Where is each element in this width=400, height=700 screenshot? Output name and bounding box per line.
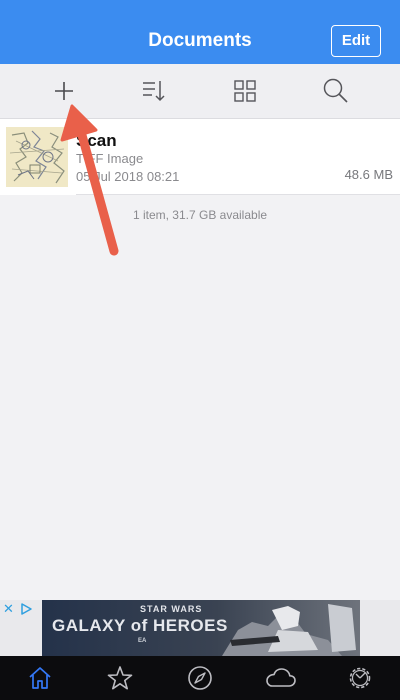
tab-settings[interactable]: [330, 656, 390, 700]
ad-choices-icon[interactable]: [19, 602, 33, 616]
ad-line-2: GALAXY of HEROES: [52, 616, 228, 635]
file-row[interactable]: Scan TIFF Image 05 Jul 2018 08:21 48.6 M…: [0, 119, 400, 195]
plus-icon: [55, 82, 73, 100]
file-thumbnail: [6, 127, 68, 187]
ad-line-1: STAR WARS: [140, 604, 203, 614]
gear-icon: [349, 667, 371, 689]
sort-icon: [143, 81, 165, 102]
tab-cloud[interactable]: [250, 656, 310, 700]
star-icon: [107, 666, 133, 690]
navigation-bar: Documents Edit: [0, 0, 400, 64]
close-icon[interactable]: ✕: [3, 602, 14, 616]
search-button[interactable]: [306, 64, 366, 118]
house-icon: [29, 667, 51, 689]
file-type: TIFF Image: [76, 151, 144, 166]
toolbar: [0, 64, 400, 119]
ad-area: ✕ STAR WARS GALAXY of HEROES EA: [0, 600, 400, 656]
tab-favorites[interactable]: [90, 656, 150, 700]
search-icon: [323, 78, 348, 103]
tab-browser[interactable]: [170, 656, 230, 700]
row-divider: [76, 194, 400, 195]
grid-icon: [234, 80, 256, 102]
file-size: 48.6 MB: [344, 167, 393, 182]
tab-home[interactable]: [10, 656, 70, 700]
add-button[interactable]: [34, 64, 94, 118]
storage-summary: 1 item, 31.7 GB available: [132, 208, 268, 222]
edit-button[interactable]: Edit: [331, 25, 381, 57]
sort-button[interactable]: [124, 64, 184, 118]
compass-icon: [188, 666, 212, 690]
file-date: 05 Jul 2018 08:21: [76, 169, 180, 184]
ad-line-3: EA: [138, 638, 147, 644]
grid-view-button[interactable]: [215, 64, 275, 118]
file-name: Scan: [76, 131, 117, 150]
cloud-icon: [266, 668, 296, 687]
ad-banner[interactable]: STAR WARS GALAXY of HEROES EA: [42, 600, 360, 656]
tab-bar: [0, 656, 400, 700]
